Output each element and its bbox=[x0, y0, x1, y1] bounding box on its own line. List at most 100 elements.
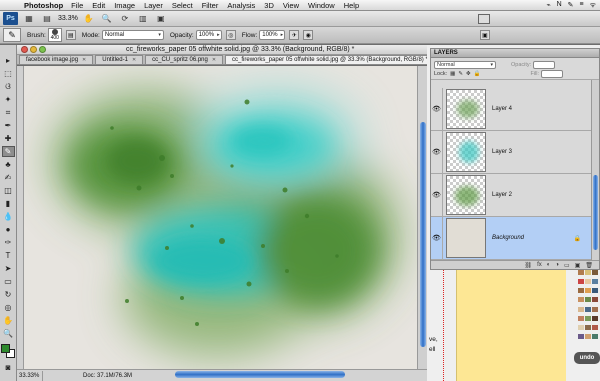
extras-icon[interactable]: ▤ bbox=[40, 13, 54, 25]
palette-swatch[interactable] bbox=[578, 279, 584, 285]
lock-transparency-icon[interactable]: ▦ bbox=[450, 71, 455, 77]
menu-3d[interactable]: 3D bbox=[264, 1, 274, 10]
eyedropper-tool-icon[interactable]: ✒ bbox=[2, 120, 15, 131]
screen-mode-icon[interactable]: ▣ bbox=[154, 13, 168, 25]
close-tab-icon[interactable]: ✕ bbox=[82, 57, 86, 63]
hand-tool-icon[interactable]: ✋ bbox=[2, 315, 15, 326]
move-tool-icon[interactable]: ▸ bbox=[2, 55, 15, 66]
quick-select-tool-icon[interactable]: ✦ bbox=[2, 94, 15, 105]
crop-tool-icon[interactable]: ⌗ bbox=[2, 107, 15, 118]
palette-swatch[interactable] bbox=[578, 315, 584, 321]
layer-name[interactable]: Layer 4 bbox=[492, 106, 512, 112]
new-group-icon[interactable]: ▭ bbox=[564, 262, 570, 269]
layer-name[interactable]: Layer 2 bbox=[492, 192, 512, 198]
brush-picker[interactable]: 400 bbox=[47, 28, 62, 42]
eye-icon[interactable]: 👁 bbox=[431, 130, 443, 174]
new-layer-icon[interactable]: ▣ bbox=[575, 262, 581, 269]
palette-swatch[interactable] bbox=[592, 315, 598, 321]
bridge-icon[interactable]: ▦ bbox=[22, 13, 36, 25]
layers-scroll-thumb[interactable] bbox=[593, 175, 598, 250]
menu-layer[interactable]: Layer bbox=[144, 1, 163, 10]
palette-swatch[interactable] bbox=[592, 279, 598, 285]
menu-help[interactable]: Help bbox=[344, 1, 359, 10]
3d-orbit-tool-icon[interactable]: ◎ bbox=[2, 302, 15, 313]
blur-tool-icon[interactable]: 💧 bbox=[2, 211, 15, 222]
layers-panel-header[interactable]: LAYERS bbox=[431, 49, 599, 58]
hand-icon[interactable]: ✋ bbox=[82, 13, 96, 25]
palette-swatch[interactable] bbox=[578, 288, 584, 294]
3d-rotate-tool-icon[interactable]: ↻ bbox=[2, 289, 15, 300]
palette-swatch[interactable] bbox=[585, 306, 591, 312]
menu-app-name[interactable]: Photoshop bbox=[24, 1, 63, 10]
status-zoom-field[interactable]: 33.33% bbox=[17, 370, 43, 381]
close-tab-icon[interactable]: ✕ bbox=[212, 57, 216, 63]
blend-mode-select[interactable]: Normal ▾ bbox=[434, 60, 496, 69]
eye-icon[interactable]: 👁 bbox=[431, 87, 443, 131]
vertical-scroll-thumb[interactable] bbox=[420, 122, 426, 347]
color-swatches[interactable] bbox=[1, 344, 15, 358]
tab-facebook-image[interactable]: facebook image.jpg ✕ bbox=[19, 55, 94, 64]
tab-untitled-1[interactable]: Untitled-1 ✕ bbox=[95, 55, 144, 64]
close-window-icon[interactable] bbox=[21, 46, 28, 53]
eye-icon[interactable]: 👁 bbox=[431, 173, 443, 217]
palette-swatch[interactable] bbox=[592, 306, 598, 312]
workspace-button[interactable] bbox=[478, 13, 490, 24]
palette-swatch[interactable] bbox=[585, 297, 591, 303]
status-icon-4[interactable]: ≡ bbox=[580, 1, 584, 10]
palette-swatch[interactable] bbox=[592, 333, 598, 339]
airbrush-icon[interactable]: ✈ bbox=[289, 30, 300, 40]
layer-name[interactable]: Layer 3 bbox=[492, 149, 512, 155]
palette-swatch[interactable] bbox=[585, 270, 591, 275]
lock-image-icon[interactable]: ✎ bbox=[458, 71, 463, 77]
dodge-tool-icon[interactable]: ● bbox=[2, 224, 15, 235]
brush-panel-icon[interactable]: ▤ bbox=[65, 30, 76, 40]
palette-swatch[interactable] bbox=[592, 288, 598, 294]
menu-filter[interactable]: Filter bbox=[202, 1, 219, 10]
lock-all-icon[interactable]: 🔒 bbox=[474, 71, 481, 77]
palette-swatch[interactable] bbox=[585, 324, 591, 330]
shape-tool-icon[interactable]: ▭ bbox=[2, 276, 15, 287]
menu-view[interactable]: View bbox=[283, 1, 299, 10]
minimize-window-icon[interactable] bbox=[30, 46, 37, 53]
status-icon-3[interactable]: ✎ bbox=[568, 1, 574, 10]
mode-select[interactable]: Normal ▾ bbox=[101, 30, 164, 40]
palette-swatch[interactable] bbox=[578, 297, 584, 303]
document-size-info[interactable]: Doc: 37.1M/76.3M bbox=[83, 373, 132, 379]
document-canvas[interactable] bbox=[17, 66, 417, 369]
brush-tool-icon[interactable]: ✎ bbox=[1, 146, 15, 157]
palette-swatch[interactable] bbox=[578, 324, 584, 330]
link-layers-icon[interactable]: ⛓ bbox=[524, 262, 532, 269]
zoom-tool-icon[interactable]: 🔍 bbox=[2, 328, 15, 339]
eye-icon[interactable]: 👁 bbox=[431, 216, 443, 260]
foreground-color-swatch[interactable] bbox=[1, 344, 10, 353]
type-tool-icon[interactable]: T bbox=[2, 250, 15, 261]
eraser-tool-icon[interactable]: ◫ bbox=[2, 185, 15, 196]
flow-field[interactable]: 100% ▸ bbox=[259, 30, 286, 40]
menu-image[interactable]: Image bbox=[114, 1, 135, 10]
layer-fill-field[interactable] bbox=[541, 69, 563, 78]
document-vertical-scrollbar[interactable] bbox=[417, 66, 427, 369]
palette-swatch[interactable] bbox=[585, 315, 591, 321]
clone-stamp-tool-icon[interactable]: ♣ bbox=[2, 159, 15, 170]
pen-tool-icon[interactable]: ✑ bbox=[2, 237, 15, 248]
menu-edit[interactable]: Edit bbox=[92, 1, 105, 10]
status-icon-1[interactable]: ⌁ bbox=[546, 1, 550, 10]
palette-swatch[interactable] bbox=[585, 279, 591, 285]
horizontal-scroll-thumb[interactable] bbox=[175, 371, 345, 378]
lasso-tool-icon[interactable]: ଓ bbox=[2, 81, 15, 92]
menu-file[interactable]: File bbox=[71, 1, 83, 10]
marquee-tool-icon[interactable]: ⬚ bbox=[2, 68, 15, 79]
magnifier-icon[interactable]: 🔍 bbox=[100, 13, 114, 25]
palette-swatch[interactable] bbox=[585, 333, 591, 339]
palette-swatch[interactable] bbox=[578, 306, 584, 312]
palette-swatch[interactable] bbox=[585, 288, 591, 294]
palette-swatch[interactable] bbox=[578, 270, 584, 275]
history-brush-tool-icon[interactable]: ✍ bbox=[2, 172, 15, 183]
healing-brush-tool-icon[interactable]: ✚ bbox=[2, 133, 15, 144]
zoom-level[interactable]: 33.3% bbox=[58, 15, 78, 22]
menu-select[interactable]: Select bbox=[172, 1, 193, 10]
status-icon-2[interactable]: N bbox=[557, 1, 562, 10]
wifi-icon[interactable]: ᯤ bbox=[590, 1, 596, 10]
adjustment-layer-icon[interactable]: ◑ bbox=[555, 262, 559, 268]
brush-tool-preset-icon[interactable]: ✎ bbox=[3, 28, 21, 42]
